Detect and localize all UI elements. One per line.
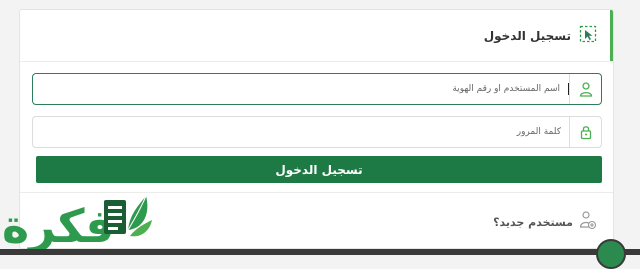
new-user-link[interactable]: مستخدم جديد؟ — [493, 210, 597, 234]
add-user-icon — [579, 210, 597, 234]
password-input[interactable] — [33, 117, 569, 147]
chat-button[interactable] — [596, 239, 626, 269]
bottom-bar — [0, 249, 640, 255]
book-leaf-icon — [104, 195, 152, 237]
watermark-logo: فكرة — [0, 190, 160, 253]
page-title: تسجيل الدخول — [483, 28, 571, 43]
password-field[interactable] — [32, 116, 602, 148]
text-cursor — [568, 83, 569, 95]
user-icon — [569, 74, 601, 104]
lock-icon — [569, 117, 601, 147]
username-field[interactable] — [32, 73, 602, 105]
login-header: تسجيل الدخول — [20, 10, 613, 62]
username-input[interactable] — [33, 74, 568, 104]
new-user-label: مستخدم جديد؟ — [493, 215, 573, 229]
cursor-select-icon — [579, 25, 597, 47]
watermark-text: فكرة — [2, 199, 115, 250]
login-button[interactable]: تسجيل الدخول — [36, 156, 602, 183]
